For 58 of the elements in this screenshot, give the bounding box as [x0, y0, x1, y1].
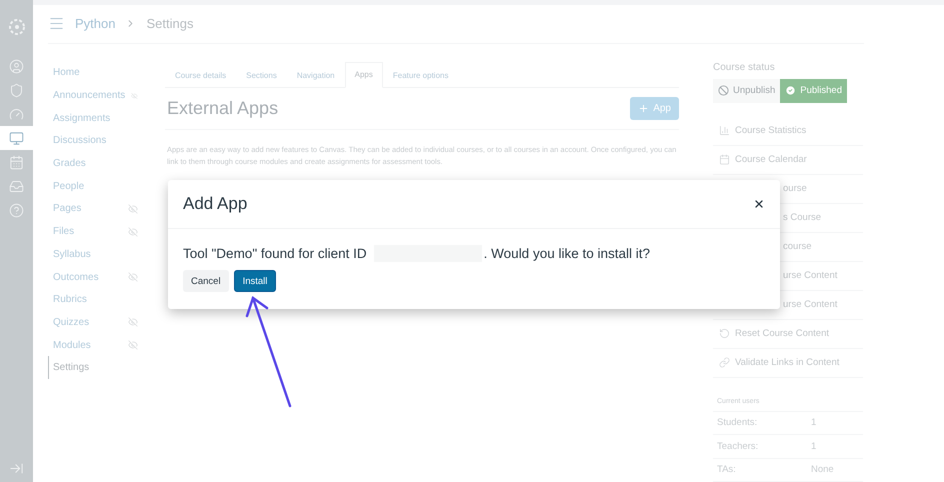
add-app-button[interactable]: App [630, 96, 679, 120]
reset-icon [719, 328, 730, 339]
help-icon [9, 202, 24, 218]
settings-tab[interactable]: Apps [344, 62, 383, 88]
course-nav-item[interactable]: Syllabus [48, 243, 148, 266]
page-heading: External Apps [167, 98, 278, 118]
sidebar-link[interactable]: Reset Course Content [735, 328, 829, 339]
course-nav-item[interactable]: Pages [48, 198, 148, 220]
course-nav-item[interactable]: People [48, 174, 148, 198]
course-nav-item[interactable]: Discussions [48, 130, 148, 152]
install-button[interactable]: Install [234, 270, 276, 292]
sidebar-link[interactable]: Validate Links in Content [735, 357, 840, 368]
calendar-icon [9, 154, 24, 170]
inbox-icon [9, 178, 24, 194]
logo-icon [8, 18, 26, 36]
course-nav-item[interactable]: Modules [48, 334, 148, 356]
sidebar-link[interactable]: urse Content [783, 299, 838, 310]
breadcrumb-link[interactable]: Python [75, 16, 116, 32]
sidebar-link[interactable]: course [783, 241, 812, 252]
settings-tab[interactable]: Course details [165, 62, 236, 88]
global-nav-item[interactable] [0, 126, 33, 150]
course-nav-item[interactable]: Quizzes [48, 311, 148, 334]
settings-tab[interactable]: Navigation [286, 62, 345, 88]
sidebar-link[interactable]: Course Statistics [735, 125, 806, 136]
course-status-title: Course status [713, 62, 776, 72]
bar-chart-icon [719, 125, 730, 136]
shield-icon [9, 82, 24, 98]
course-nav-item[interactable]: Grades [48, 152, 148, 175]
dialog-title: Add App [183, 194, 248, 214]
courses-icon [9, 130, 24, 146]
sidebar-link[interactable]: s Course [783, 212, 822, 223]
course-nav-item[interactable]: Assignments [48, 106, 148, 130]
sidebar-link[interactable]: Course Calendar [735, 154, 807, 165]
dashboard-icon [9, 106, 24, 122]
dialog-message: . Would you like to install it? [484, 246, 650, 261]
plus-icon [638, 102, 650, 114]
cancel-button[interactable]: Cancel [183, 270, 229, 292]
calendar-icon [719, 154, 730, 165]
settings-tab[interactable]: Sections [236, 62, 287, 88]
course-nav-item[interactable]: Settings [48, 356, 148, 380]
account-icon [9, 58, 24, 74]
ban-icon [718, 85, 729, 96]
dialog-message: Tool "Demo" found for client ID [183, 246, 367, 261]
course-nav-item[interactable]: Announcements [48, 84, 148, 107]
published-button[interactable]: Published [780, 78, 847, 102]
course-nav-item[interactable]: Files [48, 220, 148, 243]
course-nav-item[interactable]: Rubrics [48, 288, 148, 312]
sidebar-link[interactable]: ourse [783, 183, 807, 194]
collapse-icon[interactable] [9, 461, 24, 476]
link-icon [719, 357, 730, 368]
close-button[interactable] [753, 198, 765, 210]
course-nav-item[interactable]: Home [48, 62, 148, 84]
course-nav-item[interactable]: Outcomes [48, 266, 148, 288]
sidebar-link[interactable]: urse Content [783, 270, 838, 281]
settings-tab[interactable]: Feature options [382, 62, 458, 88]
unpublish-button[interactable]: Unpublish [713, 78, 780, 102]
breadcrumb-link[interactable]: Settings [146, 16, 194, 32]
check-icon [785, 85, 796, 96]
